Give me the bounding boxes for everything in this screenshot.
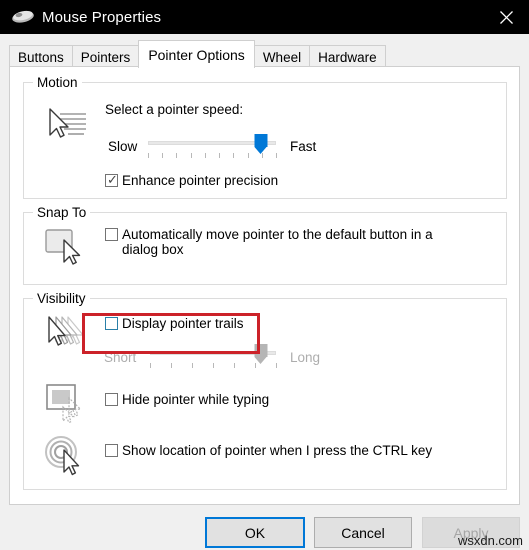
mouse-properties-dialog: Mouse Properties Buttons Pointers Pointe… xyxy=(0,0,529,550)
snap-to-button-icon xyxy=(42,226,90,268)
visibility-group: Visibility Display pointer trails Short xyxy=(23,291,507,490)
trails-long-label: Long xyxy=(290,350,321,365)
pointer-speed-thumb[interactable] xyxy=(254,134,268,154)
enhance-pointer-precision-checkbox[interactable]: ✓ Enhance pointer precision xyxy=(105,173,278,188)
title-bar: Mouse Properties xyxy=(0,0,529,34)
visibility-group-label: Visibility xyxy=(33,291,90,306)
pointer-options-panel: Motion Select a pointer speed: Slow Fast… xyxy=(9,66,520,505)
hide-pointer-typing-checkbox[interactable]: Hide pointer while typing xyxy=(105,392,269,407)
snap-to-group: Snap To Automatically move pointer to th… xyxy=(23,205,507,285)
show-pointer-location-checkbox[interactable]: Show location of pointer when I press th… xyxy=(105,443,432,458)
display-pointer-trails-checkbox[interactable]: Display pointer trails xyxy=(105,316,244,331)
check-icon: ✓ xyxy=(107,172,118,187)
pointer-trails-thumb[interactable] xyxy=(254,344,268,364)
enhance-precision-label: Enhance pointer precision xyxy=(122,173,279,188)
hide-typing-label: Hide pointer while typing xyxy=(122,392,270,407)
mouse-icon xyxy=(10,6,36,28)
cancel-button[interactable]: Cancel xyxy=(314,517,412,548)
speed-fast-label: Fast xyxy=(290,139,317,154)
snap-to-box[interactable] xyxy=(105,228,118,241)
tab-hardware[interactable]: Hardware xyxy=(309,45,386,68)
pointer-trails-icon xyxy=(42,313,90,355)
close-icon[interactable] xyxy=(483,0,529,34)
pointer-speed-slider[interactable] xyxy=(148,134,277,161)
motion-group: Motion Select a pointer speed: Slow Fast… xyxy=(23,75,507,199)
pointer-speed-prompt: Select a pointer speed: xyxy=(105,102,244,117)
snap-to-label: Automatically move pointer to the defaul… xyxy=(122,227,433,257)
tab-pointer-options[interactable]: Pointer Options xyxy=(138,40,255,68)
snap-to-group-label: Snap To xyxy=(33,205,91,220)
show-location-box[interactable] xyxy=(105,444,118,457)
enhance-precision-box[interactable]: ✓ xyxy=(105,172,118,187)
motion-group-label: Motion xyxy=(33,75,82,90)
ok-button[interactable]: OK xyxy=(205,517,305,548)
trails-short-label: Short xyxy=(104,350,137,365)
tab-pointers[interactable]: Pointers xyxy=(71,45,140,68)
window-title: Mouse Properties xyxy=(42,8,162,26)
show-pointer-location-icon xyxy=(42,434,90,476)
show-location-label: Show location of pointer when I press th… xyxy=(122,443,433,458)
pointer-trails-slider[interactable] xyxy=(150,344,277,371)
speed-slow-label: Slow xyxy=(108,139,138,154)
pointer-speed-icon xyxy=(42,105,90,147)
display-trails-label: Display pointer trails xyxy=(122,316,244,331)
tab-wheel[interactable]: Wheel xyxy=(253,45,311,68)
display-trails-box[interactable] xyxy=(105,317,118,330)
watermark: wsxdn.com xyxy=(457,533,523,548)
tab-buttons[interactable]: Buttons xyxy=(9,45,73,68)
tab-strip: Buttons Pointers Pointer Options Wheel H… xyxy=(0,34,529,68)
hide-pointer-typing-icon xyxy=(42,383,90,425)
hide-typing-box[interactable] xyxy=(105,393,118,406)
snap-to-default-button-checkbox[interactable]: Automatically move pointer to the defaul… xyxy=(105,227,467,257)
